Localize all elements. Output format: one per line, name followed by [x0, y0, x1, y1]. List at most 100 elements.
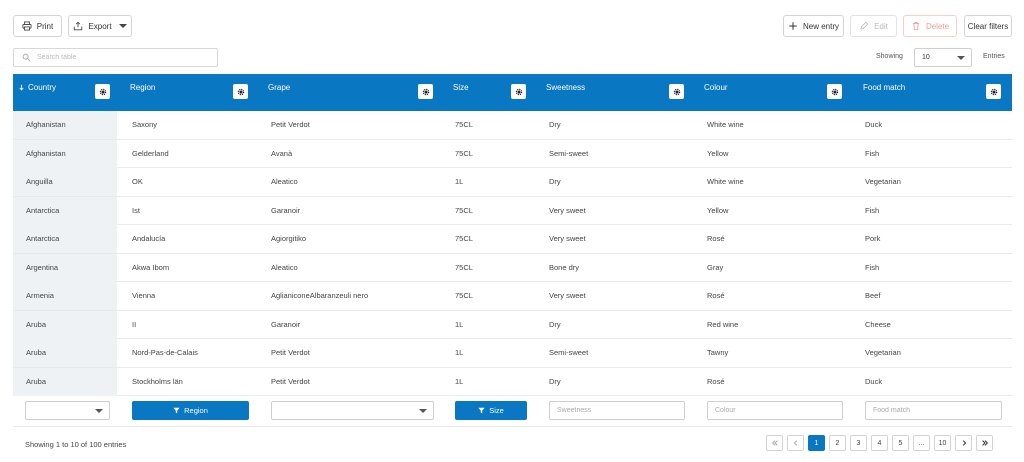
- page-button-2[interactable]: 2: [829, 435, 846, 451]
- gear-icon[interactable]: [827, 84, 842, 99]
- column-header-food-match[interactable]: Food match: [858, 74, 1008, 111]
- table-cell: Ist: [132, 205, 140, 215]
- table-cell: Avanà: [271, 148, 293, 158]
- table-cell: Semi-sweet: [549, 148, 589, 158]
- search-input[interactable]: [37, 54, 207, 61]
- table-cell: White wine: [707, 120, 744, 129]
- table-cell: Stockholms län: [132, 376, 183, 386]
- page-button-4[interactable]: 4: [871, 435, 888, 451]
- table-cell: 75CL: [455, 234, 473, 243]
- next-page-button[interactable]: [955, 435, 972, 451]
- column-header-label: Grape: [268, 83, 291, 92]
- table-row[interactable]: Aruba II Garanoir 1L Dry Red wine Cheese: [13, 310, 1012, 339]
- table-cell: 75CL: [455, 262, 473, 272]
- table-cell: 1L: [455, 177, 464, 186]
- new-entry-label: New entry: [802, 21, 839, 31]
- table-cell: Antarctica: [13, 225, 117, 253]
- chevron-down-icon: [419, 409, 427, 413]
- table-cell: Garanoir: [271, 205, 301, 215]
- region-filter-button[interactable]: Region: [132, 401, 249, 420]
- table-cell: 75CL: [455, 205, 473, 215]
- print-label: Print: [36, 21, 54, 31]
- table-cell: Dry: [549, 177, 561, 186]
- table-cell: Petit Verdot: [271, 376, 310, 386]
- colour-filter-input[interactable]: [707, 401, 843, 420]
- column-header-label: Sweetness: [546, 83, 586, 92]
- table-cell: Very sweet: [549, 291, 586, 300]
- new-entry-button[interactable]: New entry: [783, 15, 844, 37]
- table-cell: OK: [132, 177, 143, 186]
- column-header-label: Colour: [704, 83, 728, 92]
- table-cell: Aruba: [13, 339, 117, 367]
- gear-icon[interactable]: [95, 84, 110, 99]
- sort-down-icon: [18, 84, 25, 91]
- page-ellipsis: ...: [913, 435, 930, 451]
- table-cell: Pork: [865, 234, 881, 243]
- search-box: [13, 48, 218, 67]
- food-match-filter-input[interactable]: [865, 401, 1002, 420]
- chevron-down-icon: [118, 24, 127, 28]
- filter-icon: [478, 407, 485, 414]
- edit-label: Edit: [874, 21, 888, 31]
- table-row[interactable]: Armenia Vienna AglianiconeAlbaranzeuli n…: [13, 282, 1012, 311]
- gear-icon[interactable]: [986, 84, 1001, 99]
- sweetness-filter-input[interactable]: [549, 401, 685, 420]
- print-button[interactable]: Print: [13, 15, 62, 37]
- column-header-label: Region: [130, 83, 156, 92]
- column-header-sweetness[interactable]: Sweetness: [541, 74, 696, 111]
- delete-button[interactable]: Delete: [903, 15, 957, 37]
- table-cell: 75CL: [455, 148, 473, 158]
- export-button[interactable]: Export: [68, 15, 132, 37]
- table-row[interactable]: Aruba Nord-Pas-de-Calais Petit Verdot 1L…: [13, 339, 1012, 368]
- chevron-right-icon: [960, 439, 968, 447]
- page-button-5[interactable]: 5: [892, 435, 909, 451]
- previous-page-button[interactable]: [787, 435, 804, 451]
- table-row[interactable]: Argentina Akwa Ibom Aleatico 75CL Bone d…: [13, 253, 1012, 282]
- column-header-country[interactable]: Country: [13, 74, 117, 111]
- double-chevron-right-icon: [981, 439, 989, 447]
- page-size-select[interactable]: 10: [914, 48, 972, 67]
- grape-filter-select[interactable]: [271, 401, 434, 420]
- table-cell: Aleatico: [271, 177, 298, 186]
- gear-icon[interactable]: [418, 84, 433, 99]
- table-cell: Agiorgitiko: [271, 234, 307, 243]
- gear-icon[interactable]: [233, 84, 248, 99]
- double-chevron-left-icon: [771, 439, 779, 447]
- column-header-size[interactable]: Size: [448, 74, 533, 111]
- filter-row: Region Size: [13, 396, 1012, 427]
- table-row[interactable]: Afghanistan Gelderland Avanà 75CL Semi-s…: [13, 139, 1012, 168]
- table-cell: Rosé: [707, 376, 725, 386]
- table-cell: II: [132, 319, 137, 329]
- table-cell: Dry: [549, 120, 561, 129]
- table-cell: AglianiconeAlbaranzeuli nero: [271, 291, 369, 300]
- table-row[interactable]: Antarctica Ist Garanoir 75CL Very sweet …: [13, 196, 1012, 225]
- first-page-button[interactable]: [766, 435, 783, 451]
- page-button-1[interactable]: 1: [808, 435, 825, 451]
- table-cell: 75CL: [455, 120, 473, 129]
- table-cell: Cheese: [865, 319, 891, 329]
- table-row[interactable]: Antarctica Andalucía Agiorgitiko 75CL Ve…: [13, 225, 1012, 254]
- page-button-3[interactable]: 3: [850, 435, 867, 451]
- page-button-10[interactable]: 10: [934, 435, 951, 451]
- gear-icon[interactable]: [669, 84, 684, 99]
- clear-filters-label: Clear filters: [967, 21, 1009, 31]
- edit-button[interactable]: Edit: [850, 15, 897, 37]
- clear-filters-button[interactable]: Clear filters: [964, 15, 1012, 37]
- table-cell: Yellow: [707, 205, 729, 215]
- table-cell: Petit Verdot: [271, 120, 310, 129]
- trash-icon: [911, 21, 921, 31]
- table-row[interactable]: Aruba Stockholms län Petit Verdot 1L Dry…: [13, 367, 1012, 396]
- table-row[interactable]: Afghanistan Saxony Petit Verdot 75CL Dry…: [13, 111, 1012, 140]
- country-filter-select[interactable]: [25, 401, 110, 420]
- gear-icon[interactable]: [511, 84, 526, 99]
- size-filter-button[interactable]: Size: [455, 401, 527, 420]
- pencil-icon: [859, 21, 869, 31]
- column-header-region[interactable]: Region: [125, 74, 253, 111]
- table-cell: Andalucía: [132, 234, 166, 243]
- last-page-button[interactable]: [976, 435, 993, 451]
- table-row[interactable]: Anguilla OK Aleatico 1L Dry White wine V…: [13, 168, 1012, 197]
- column-header-grape[interactable]: Grape: [263, 74, 443, 111]
- table-cell: Very sweet: [549, 234, 586, 243]
- column-header-colour[interactable]: Colour: [699, 74, 849, 111]
- table-cell: Saxony: [132, 120, 158, 129]
